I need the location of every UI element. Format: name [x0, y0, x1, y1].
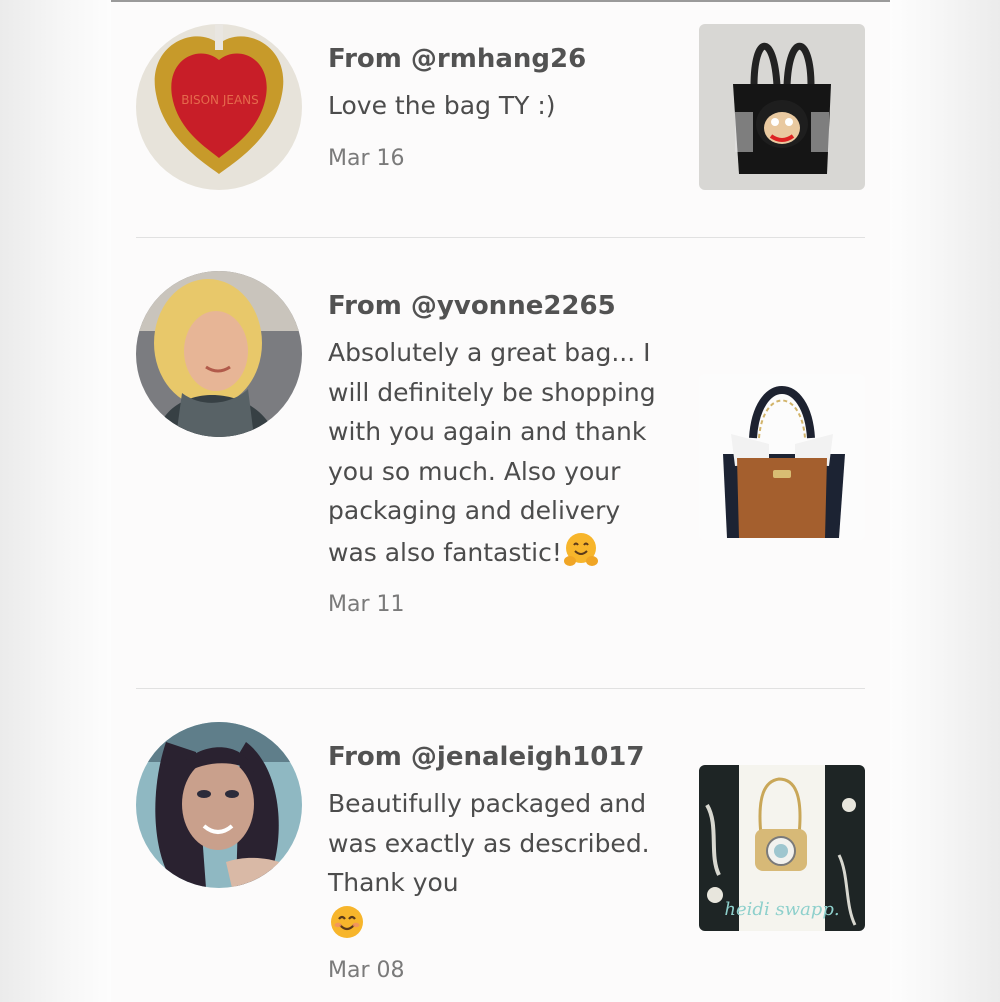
review-text: From @jenaleigh1017 Beautifully packaged… [328, 722, 668, 983]
reviewer-avatar[interactable] [136, 271, 302, 437]
review-date: Mar 16 [328, 145, 405, 171]
user-photo [136, 271, 302, 437]
camera-bag-icon: heidi swapp. [699, 765, 865, 931]
listing-thumbnail[interactable]: heidi swapp. [699, 765, 865, 931]
review-message-text: Absolutely a great bag... I will definit… [328, 338, 656, 567]
listing-thumbnail[interactable] [699, 24, 865, 190]
review-message-text: Beautifully packaged and was exactly as … [328, 789, 650, 897]
divider [136, 688, 865, 689]
monkey-tote-bag-icon [699, 24, 865, 190]
user-photo [136, 722, 302, 888]
reviewer-avatar[interactable] [136, 722, 302, 888]
review-date: Mar 08 [328, 958, 405, 983]
reviewer-username[interactable]: From @rmhang26 [328, 42, 668, 76]
smiling-face-emoji-icon [328, 903, 366, 941]
listing-thumbnail[interactable] [699, 374, 865, 540]
heidi-swapp-text: heidi swapp. [724, 899, 839, 920]
review-text: From @yvonne2265 Absolutely a great bag.… [328, 271, 668, 617]
review-message: Absolutely a great bag... I will definit… [328, 333, 668, 572]
review-text: From @rmhang26 Love the bag TY :) Mar 16 [328, 24, 668, 171]
reviewer-username[interactable]: From @yvonne2265 [328, 289, 668, 323]
divider [136, 237, 865, 238]
review-date: Mar 11 [328, 592, 405, 617]
reviews-panel: BISON JEANS From @rmhang26 Love the bag … [111, 0, 890, 1002]
review-message: Love the bag TY :) [328, 91, 556, 120]
review-message: Beautifully packaged and was exactly as … [328, 784, 668, 944]
hugging-face-emoji-icon [562, 531, 600, 569]
reviewer-avatar[interactable]: BISON JEANS [136, 24, 302, 190]
brown-handbag-icon [699, 374, 865, 540]
reviewer-username[interactable]: From @jenaleigh1017 [328, 740, 668, 774]
tag-brand-text: BISON JEANS [181, 93, 259, 107]
red-tag-icon: BISON JEANS [136, 24, 302, 190]
